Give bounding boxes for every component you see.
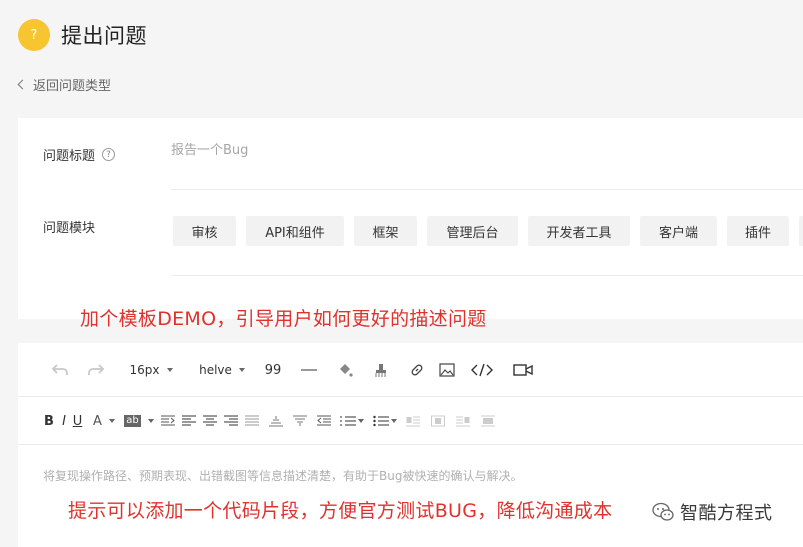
question-icon: ?	[18, 19, 50, 51]
back-link[interactable]: 返回问题类型	[16, 75, 111, 94]
text-indent-icon[interactable]	[159, 412, 177, 430]
back-link-label: 返回问题类型	[33, 79, 112, 94]
editor-toolbar-row2: B I U A ab	[18, 397, 803, 445]
question-form-card: 问题标题 ? 问题模块 审核 API和组件 框架 管理后台 开发者工具 客户端 …	[18, 118, 803, 319]
highlight-icon: ab	[124, 415, 141, 427]
caret-down-icon	[166, 368, 173, 372]
module-tags: 审核 API和组件 框架 管理后台 开发者工具 客户端 插件	[173, 216, 803, 246]
font-family-select[interactable]: helve	[197, 359, 247, 381]
annotation-demo: 加个模板DEMO，引导用户如何更好的描述问题	[80, 308, 487, 330]
caret-down-icon	[358, 419, 364, 423]
watermark-text: 智酷方程式	[680, 503, 773, 524]
ordered-list-icon[interactable]	[338, 411, 366, 431]
redo-icon[interactable]	[84, 359, 108, 381]
table-icon-4[interactable]	[479, 412, 497, 430]
underline-icon: U	[72, 413, 83, 429]
font-color-button[interactable]: A	[88, 411, 120, 431]
align-center-icon[interactable]	[201, 412, 219, 430]
divider	[171, 275, 803, 276]
unordered-list-icon[interactable]	[370, 411, 400, 431]
bold-button[interactable]: B	[42, 411, 56, 431]
caret-down-icon	[108, 419, 115, 423]
font-size-select[interactable]: 16px	[126, 359, 176, 381]
module-label: 问题模块	[43, 221, 96, 236]
module-tag-client[interactable]: 客户端	[640, 216, 717, 246]
code-icon[interactable]	[470, 359, 494, 381]
font-size-value: 16px	[129, 363, 160, 377]
paint-bucket-icon[interactable]	[334, 359, 356, 381]
video-icon[interactable]	[511, 359, 535, 381]
align-right-icon[interactable]	[222, 412, 240, 430]
highlight-button[interactable]: ab	[122, 411, 156, 431]
caret-down-icon	[147, 419, 154, 423]
module-tag-devtools[interactable]: 开发者工具	[528, 216, 630, 246]
align-left-icon[interactable]	[180, 412, 198, 430]
annotation-code: 提示可以添加一个代码片段，方便官方测试BUG，降低沟通成本	[68, 500, 613, 522]
undo-icon[interactable]	[48, 359, 72, 381]
italic-icon: I	[62, 413, 66, 429]
page-title: 提出问题	[61, 24, 147, 48]
title-row-label: 问题标题 ?	[43, 145, 116, 164]
help-icon[interactable]: ?	[102, 148, 116, 161]
wechat-logo-icon	[652, 502, 674, 522]
module-tag-plugin[interactable]: 插件	[727, 216, 789, 246]
eraser-icon[interactable]	[370, 359, 392, 381]
font-color-icon: A	[93, 413, 102, 429]
outdent-icon[interactable]	[315, 412, 333, 430]
module-tag-admin[interactable]: 管理后台	[427, 216, 518, 246]
module-tag-more[interactable]	[799, 216, 803, 246]
underline-button[interactable]: U	[71, 411, 84, 431]
editor-toolbar-row1: 16px helve 99	[18, 343, 803, 397]
table-icon-2[interactable]	[429, 412, 447, 430]
caret-down-icon	[391, 419, 397, 423]
bold-icon: B	[44, 413, 54, 429]
title-label: 问题标题	[43, 149, 96, 164]
vertical-top-icon[interactable]	[267, 412, 285, 430]
page-header: ? 提出问题	[18, 18, 147, 52]
italic-button[interactable]: I	[58, 411, 70, 431]
link-icon[interactable]	[406, 359, 428, 381]
title-input[interactable]	[171, 143, 791, 158]
vertical-bottom-icon[interactable]	[291, 412, 309, 430]
module-tag-api[interactable]: API和组件	[246, 216, 344, 246]
divider	[171, 189, 803, 190]
hr-icon[interactable]	[298, 359, 320, 381]
caret-down-icon	[238, 368, 245, 372]
module-tag-framework[interactable]: 框架	[354, 216, 417, 246]
quote-button[interactable]: 99	[262, 359, 284, 381]
quote-icon: 99	[264, 362, 282, 378]
table-icon-1[interactable]	[404, 412, 422, 430]
table-icon-3[interactable]	[454, 412, 472, 430]
align-justify-icon[interactable]	[243, 412, 261, 430]
chevron-left-icon	[17, 79, 28, 90]
font-family-value: helve	[199, 363, 232, 377]
module-tag-review[interactable]: 审核	[173, 216, 236, 246]
watermark: 智酷方程式	[652, 499, 773, 525]
editor-placeholder[interactable]: 将复现操作路径、预期表现、出错截图等信息描述清楚，有助于Bug被快速的确认与解决…	[43, 467, 522, 484]
image-icon[interactable]	[436, 359, 458, 381]
